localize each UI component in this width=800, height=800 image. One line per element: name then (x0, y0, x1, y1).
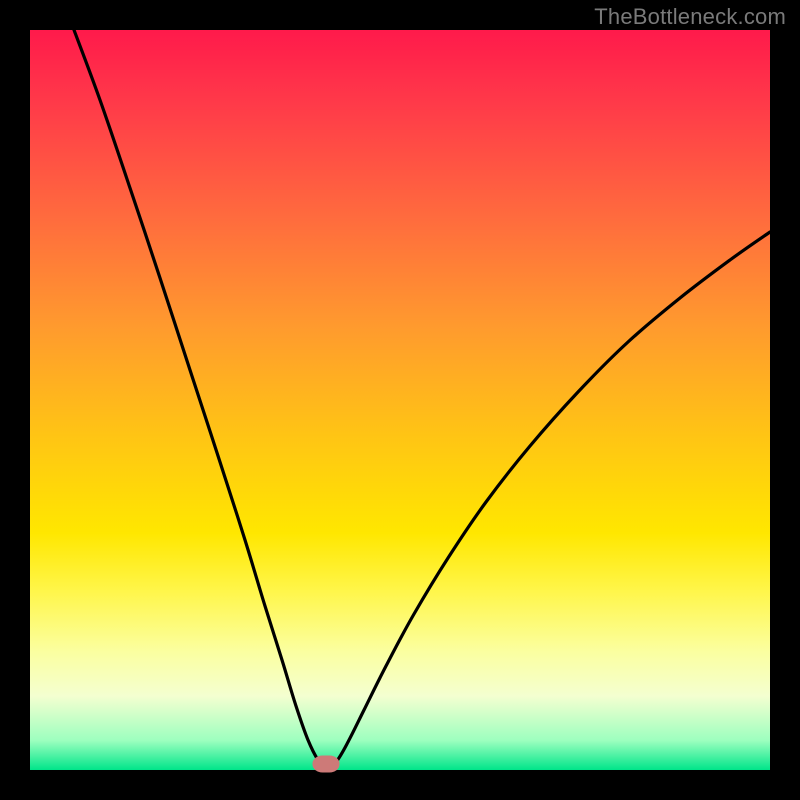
chart-stage: TheBottleneck.com (0, 0, 800, 800)
optimal-point-marker (313, 756, 340, 773)
plot-area (30, 30, 770, 770)
bottleneck-curve (30, 30, 770, 770)
watermark-text: TheBottleneck.com (594, 4, 786, 30)
